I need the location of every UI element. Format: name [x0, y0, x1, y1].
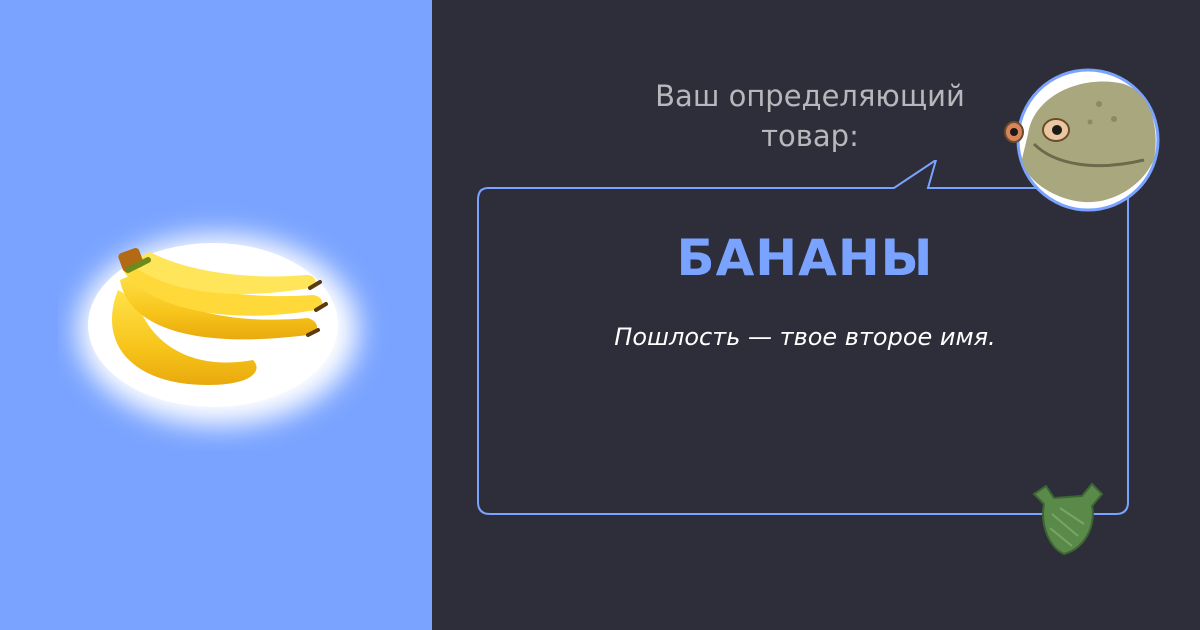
prompt-text: Ваш определяющий товар: [655, 79, 965, 153]
product-title: БАНАНЫ [676, 229, 934, 287]
left-panel [0, 0, 432, 630]
banana-bunch-image [78, 235, 358, 425]
frog-avatar-image [1004, 68, 1160, 212]
plastic-bag-icon [1032, 482, 1104, 556]
product-description: Пошлость — твое второе имя. [614, 323, 996, 351]
